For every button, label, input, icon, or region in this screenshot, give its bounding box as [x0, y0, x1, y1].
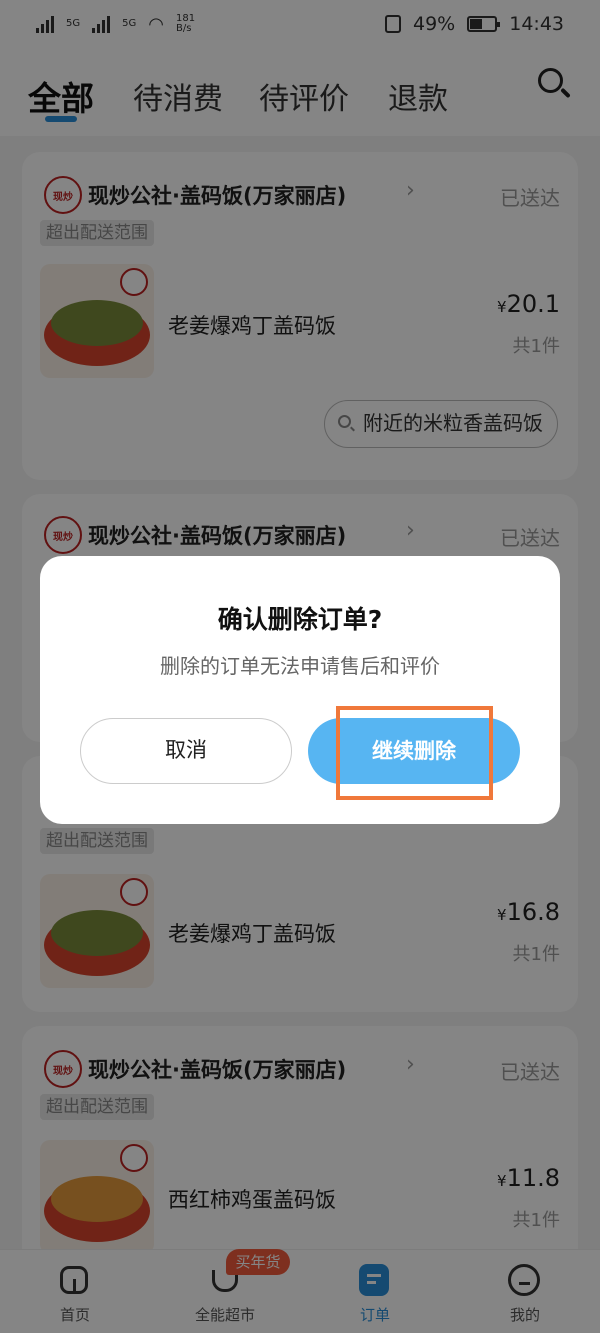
dialog-title: 确认删除订单? [217, 605, 383, 634]
dialog-message: 删除的订单无法申请售后和评价 [160, 654, 440, 678]
highlight-annotation [336, 706, 493, 800]
cancel-button[interactable]: 取消 [80, 718, 292, 784]
